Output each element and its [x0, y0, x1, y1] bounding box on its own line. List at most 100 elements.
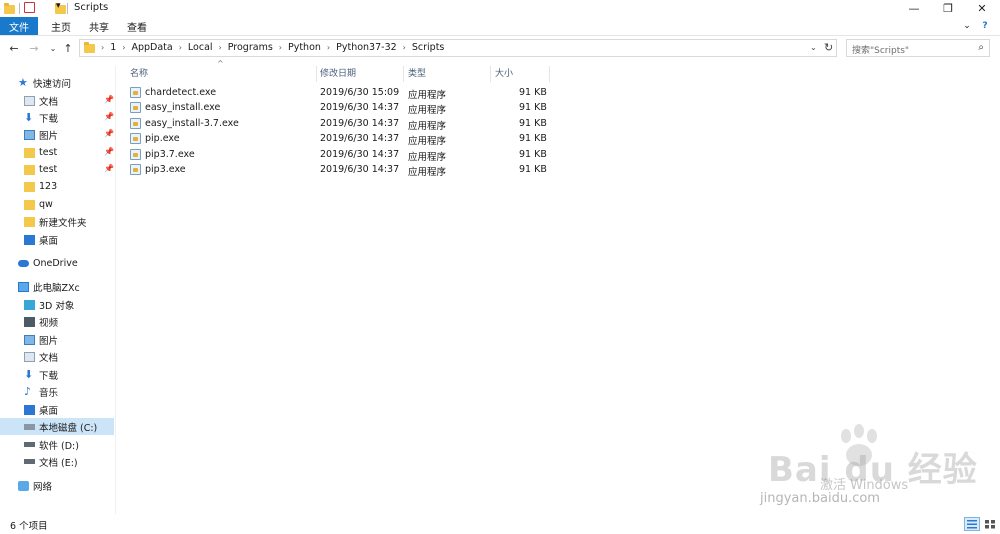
details-view-icon [967, 520, 977, 529]
sidebar-item-label: 123 [39, 181, 58, 192]
navigation-bar: ← → ⌄ ↑ › 1 › AppData › Local › Programs… [0, 37, 1000, 59]
table-row[interactable]: pip3.7.exe 2019/6/30 14:37 应用程序 91 KB [128, 148, 548, 163]
file-size: 91 KB [519, 164, 547, 175]
sidebar-item-videos[interactable]: 视频 [0, 313, 114, 330]
column-header-size[interactable]: 大小 [495, 66, 513, 80]
sidebar-item-3d-objects[interactable]: 3D 对象 [0, 296, 114, 313]
sidebar-item-downloads[interactable]: ⬇ 下载 📌 [0, 109, 114, 126]
column-divider[interactable] [316, 66, 317, 82]
breadcrumb-separator[interactable]: › [176, 43, 185, 52]
download-icon: ⬇ [24, 110, 34, 124]
sidebar-item-documents[interactable]: 文档 📌 [0, 92, 114, 109]
tab-home[interactable]: 主页 [44, 17, 78, 35]
tab-file[interactable]: 文件 [0, 17, 38, 35]
sidebar-item-label: 图片 [39, 335, 59, 347]
sidebar-item-new-folder[interactable]: 新建文件夹 [0, 213, 114, 230]
breadcrumb-separator[interactable]: › [276, 43, 285, 52]
column-header-name[interactable]: 名称 [130, 66, 148, 80]
pin-icon[interactable]: 📌 [104, 129, 114, 138]
pictures-icon [24, 129, 35, 140]
close-button[interactable]: ✕ [965, 0, 999, 17]
sidebar-item-music[interactable]: ♪ 音乐 [0, 383, 114, 400]
file-size: 91 KB [519, 149, 547, 160]
help-icon[interactable]: ? [978, 19, 992, 33]
sidebar-item-pc-desktop[interactable]: 桌面 [0, 401, 114, 418]
application-icon [130, 102, 141, 113]
pin-icon[interactable]: 📌 [104, 112, 114, 121]
pin-icon[interactable]: 📌 [104, 164, 114, 173]
minimize-button[interactable]: — [897, 0, 931, 17]
sidebar-item-test[interactable]: test 📌 [0, 144, 114, 161]
address-bar[interactable]: › 1 › AppData › Local › Programs › Pytho… [79, 39, 837, 57]
details-view-button[interactable] [964, 517, 980, 531]
sidebar-item-drive-c[interactable]: 本地磁盘 (C:) [0, 418, 114, 435]
breadcrumb-item[interactable]: Programs [225, 42, 276, 53]
sidebar-item-onedrive[interactable]: OneDrive [0, 255, 114, 272]
file-name: pip.exe [145, 133, 180, 144]
file-name: easy_install.exe [145, 102, 221, 113]
sidebar-item-123[interactable]: 123 [0, 178, 114, 195]
tab-view[interactable]: 查看 [120, 17, 154, 35]
table-row[interactable]: easy_install.exe 2019/6/30 14:37 应用程序 91… [128, 101, 548, 116]
sidebar-item-test-2[interactable]: test 📌 [0, 161, 114, 178]
sidebar-item-pc-pictures[interactable]: 图片 [0, 331, 114, 348]
address-history-icon[interactable]: ⌄ [810, 43, 817, 52]
breadcrumb-item[interactable]: AppData [128, 42, 175, 53]
table-row[interactable]: easy_install-3.7.exe 2019/6/30 14:37 应用程… [128, 117, 548, 132]
sidebar-item-desktop[interactable]: 桌面 [0, 231, 114, 248]
column-divider[interactable] [403, 66, 404, 82]
column-divider[interactable] [549, 66, 550, 82]
sidebar-item-pictures[interactable]: 图片 📌 [0, 126, 114, 143]
pin-icon[interactable]: 📌 [104, 95, 114, 104]
forward-arrow-icon[interactable]: → [26, 40, 42, 56]
recent-locations-icon[interactable]: ⌄ [45, 40, 61, 56]
sidebar-item-qw[interactable]: qw [0, 196, 114, 213]
column-header-modified[interactable]: 修改日期 [320, 66, 356, 80]
properties-icon[interactable] [24, 2, 35, 13]
drive-icon [24, 442, 35, 447]
sidebar-item-network[interactable]: 网络 [0, 477, 114, 494]
sidebar-item-label: 下载 [39, 113, 59, 125]
customize-toolbar-icon[interactable]: ▾ [56, 1, 61, 14]
sidebar-item-drive-d[interactable]: 软件 (D:) [0, 436, 114, 453]
table-row[interactable]: chardetect.exe 2019/6/30 15:09 应用程序 91 K… [128, 86, 548, 101]
application-icon [130, 118, 141, 129]
search-input[interactable]: 搜索"Scripts" ⌕ [846, 39, 990, 57]
breadcrumb-separator[interactable]: › [216, 43, 225, 52]
sidebar-item-this-pc[interactable]: 此电脑ZXc [0, 278, 114, 295]
download-icon: ⬇ [24, 367, 34, 381]
breadcrumb-separator[interactable]: › [119, 43, 128, 52]
search-icon[interactable]: ⌕ [978, 42, 984, 53]
paw-logo-icon [841, 424, 877, 466]
breadcrumb-item[interactable]: Python37-32 [333, 42, 400, 53]
refresh-icon[interactable]: ↻ [824, 41, 833, 54]
expand-ribbon-icon[interactable]: ⌄ [960, 19, 974, 33]
breadcrumb-item[interactable]: 1 [107, 42, 119, 53]
breadcrumb-item[interactable]: Local [185, 42, 216, 53]
back-arrow-icon[interactable]: ← [6, 40, 22, 56]
table-row[interactable]: pip3.exe 2019/6/30 14:37 应用程序 91 KB [128, 163, 548, 178]
breadcrumb-item[interactable]: Python [285, 42, 324, 53]
tab-share[interactable]: 共享 [82, 17, 116, 35]
pictures-icon [24, 334, 35, 345]
breadcrumb-separator[interactable]: › [324, 43, 333, 52]
breadcrumb-separator[interactable]: › [400, 43, 409, 52]
sidebar-item-pc-downloads[interactable]: ⬇ 下载 [0, 366, 114, 383]
sidebar-item-quick-access[interactable]: ★ 快速访问 [0, 74, 114, 91]
file-type: 应用程序 [408, 152, 447, 163]
column-header-type[interactable]: 类型 [408, 66, 426, 80]
sidebar-item-drive-e[interactable]: 文档 (E:) [0, 453, 114, 470]
sidebar-item-label: 网络 [33, 481, 53, 493]
table-row[interactable]: pip.exe 2019/6/30 14:37 应用程序 91 KB [128, 132, 548, 147]
breadcrumb-item[interactable]: Scripts [409, 42, 448, 53]
file-modified: 2019/6/30 14:37 [320, 133, 400, 144]
pin-icon[interactable]: 📌 [104, 147, 114, 156]
sort-ascending-icon: ^ [217, 59, 224, 68]
column-divider[interactable] [490, 66, 491, 82]
search-placeholder: 搜索"Scripts" [852, 46, 910, 56]
restore-button[interactable]: ❐ [931, 0, 965, 17]
sidebar-item-pc-documents[interactable]: 文档 [0, 348, 114, 365]
large-icons-view-button[interactable] [982, 517, 998, 531]
sidebar-item-label: test [39, 164, 58, 175]
up-arrow-icon[interactable]: ↑ [60, 40, 76, 56]
